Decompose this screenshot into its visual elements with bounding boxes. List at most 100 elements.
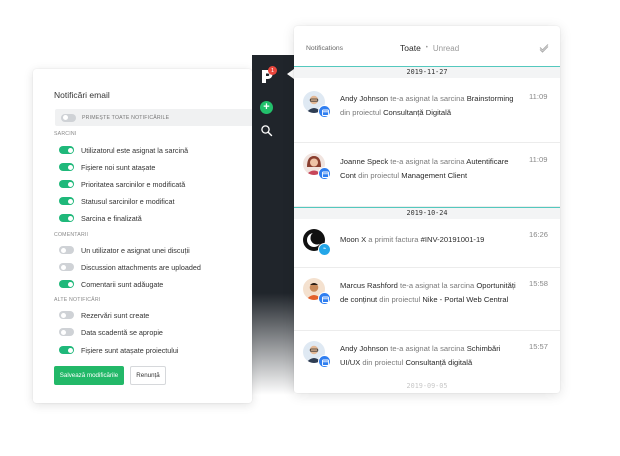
date-separator: 2019-11-27 [294,66,560,78]
master-toggle-row[interactable]: PRIMEȘTE TOATE NOTIFICĂRILE [55,109,252,126]
option-label: Prioritatea sarcinilor e modificată [81,179,186,189]
option-row[interactable]: Comentarii sunt adăugate [59,279,163,289]
action-text: a primit factura [368,235,419,244]
option-label: Rezervări sunt create [81,310,150,320]
option-toggle[interactable] [59,197,74,205]
option-label: Fișiere sunt atașate proiectului [81,345,179,355]
cancel-button[interactable]: Renunță [130,366,166,385]
option-label: Discussion attachments are uploaded [81,262,201,272]
notification-item[interactable]: Marcus Rashford te-a asignat la sarcina … [294,268,560,331]
action-text: te-a asignat la sarcina [390,94,465,103]
option-row[interactable]: Data scadentă se apropie [59,327,163,337]
notification-item[interactable]: Andy Johnson te-a asignat la sarcina Bra… [294,78,560,143]
calendar-icon [318,355,331,368]
notification-item[interactable]: Andy Johnson te-a asignat la sarcina Sch… [294,331,560,381]
connector-text: din proiectul [358,170,400,180]
notification-time: 16:26 [529,230,549,239]
actor-name[interactable]: Joanne Speck [340,157,388,166]
invoice-number[interactable]: #INV-20191001-19 [421,235,485,244]
option-label: Data scadentă se apropie [81,327,163,337]
project-name[interactable]: Consultanță Digitală [383,108,451,117]
option-row[interactable]: Sarcina e finalizată [59,213,142,223]
notification-item[interactable]: Joanne Speck te-a asignat la sarcina Aut… [294,143,560,207]
master-toggle[interactable] [61,113,76,122]
option-toggle[interactable] [59,280,74,288]
app-stage: Notificări email PRIMEȘTE TOATE NOTIFICĂ… [0,0,620,456]
plus-icon[interactable]: + [260,101,273,114]
notification-time: 15:58 [529,279,549,288]
tab-unread[interactable]: Unread [433,44,459,53]
tab-all[interactable]: Toate [400,43,421,53]
notification-tabs: Toate • Unread [400,43,459,53]
option-row[interactable]: Utilizatorul este asignat la sarcină [59,145,188,155]
option-label: Utilizatorul este asignat la sarcină [81,145,189,155]
notification-text: Andy Johnson te-a asignat la sarcina Sch… [340,342,520,369]
option-row[interactable]: Rezervări sunt create [59,310,149,320]
save-button[interactable]: Salvează modificările [54,366,124,385]
option-toggle[interactable] [59,146,74,154]
notification-item[interactable]: ⌁ Moon X a primit factura #INV-20191001-… [294,219,560,268]
option-toggle[interactable] [59,263,74,271]
option-label: Statusul sarcinilor e modificat [81,196,175,206]
notifications-header: Notifications Toate • Unread [294,26,560,66]
calendar-icon [318,105,331,118]
option-row[interactable]: Fișiere noi sunt atașate [59,162,155,172]
notification-time: 11:09 [529,155,548,164]
option-row[interactable]: Statusul sarcinilor e modificat [59,196,174,206]
connector-text: din proiectul [362,357,404,367]
actor-name[interactable]: Marcus Rashford [340,281,398,290]
notification-time: 11:09 [529,92,548,101]
option-label: Sarcina e finalizată [81,213,142,223]
actor-name[interactable]: Moon X [340,235,366,244]
double-check-icon[interactable] [539,44,549,54]
option-toggle[interactable] [59,163,74,171]
option-label: Comentarii sunt adăugate [81,279,164,289]
section-label-other: ALTE NOTIFICĂRI [54,297,101,303]
master-toggle-label: PRIMEȘTE TOATE NOTIFICĂRILE [82,114,170,121]
tab-separator: • [425,45,428,51]
option-toggle[interactable] [59,214,74,222]
notification-time: 15:57 [529,342,549,351]
option-row[interactable]: Discussion attachments are uploaded [59,262,201,272]
action-text: te-a asignat la sarcina [399,281,475,290]
option-toggle[interactable] [59,246,74,254]
actor-name[interactable]: Andy Johnson [340,94,388,103]
date-separator: 2019-10-24 [294,207,560,219]
project-name[interactable]: Management Client [401,171,467,180]
option-toggle[interactable] [59,346,74,354]
option-toggle[interactable] [59,328,74,336]
option-toggle[interactable] [59,180,74,188]
task-name[interactable]: Brainstorming [467,94,514,103]
notifications-panel: Notifications Toate • Unread 2019-11-27 … [294,26,560,393]
email-settings-title: Notificări email [54,90,110,100]
section-label-comments: COMENTARII [54,232,89,238]
notification-count-badge: 1 [268,66,277,75]
calendar-icon [318,292,331,305]
option-row[interactable]: Fișiere sunt atașate proiectului [59,345,178,355]
connector-text: din proiectul [379,294,421,304]
app-sidebar [252,55,294,395]
section-label-tasks: SARCINI [54,131,77,137]
date-separator: 2019-09-05 [406,382,448,390]
action-text: te-a asignat la sarcina [390,344,465,353]
option-label: Un utilizator e asignat unei discuții [81,245,190,255]
calendar-icon [318,167,331,180]
notification-text: Andy Johnson te-a asignat la sarcina Bra… [340,92,520,119]
action-text: te-a asignat la sarcina [390,157,465,166]
option-row[interactable]: Un utilizator e asignat unei discuții [59,245,190,255]
invoice-icon: ⌁ [318,243,331,256]
option-label: Fișiere noi sunt atașate [81,162,156,172]
popover-caret [287,69,294,79]
project-name[interactable]: Nike - Portal Web Central [422,295,508,304]
connector-text: din proiectul [340,107,381,117]
notification-text: Marcus Rashford te-a asignat la sarcina … [340,279,520,306]
notification-text: Joanne Speck te-a asignat la sarcina Aut… [340,155,520,182]
email-settings-card: Notificări email PRIMEȘTE TOATE NOTIFICĂ… [33,69,252,403]
notification-text: Moon X a primit factura #INV-20191001-19 [340,233,525,247]
search-icon[interactable] [260,124,273,137]
option-row[interactable]: Prioritatea sarcinilor e modificată [59,179,185,189]
option-toggle[interactable] [59,311,74,319]
actor-name[interactable]: Andy Johnson [340,344,388,353]
notifications-title: Notifications [306,45,344,52]
project-name[interactable]: Consultanță digitală [405,358,472,367]
